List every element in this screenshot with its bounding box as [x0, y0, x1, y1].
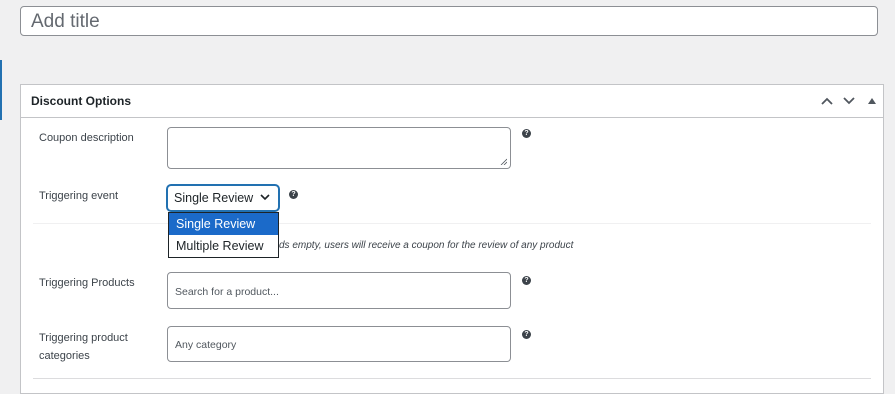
chevron-down-icon — [260, 194, 270, 201]
triggering-products-input[interactable]: Search for a product... — [167, 272, 511, 309]
triggering-event-label: Triggering event — [39, 190, 119, 202]
triggering-event-note: ds empty, users will receive a coupon fo… — [279, 240, 574, 251]
resize-handle-icon[interactable] — [500, 158, 507, 165]
coupon-description-textarea[interactable] — [167, 127, 511, 169]
title-input[interactable]: Add title — [20, 6, 878, 36]
coupon-description-help-icon[interactable]: ? — [522, 129, 531, 138]
option-single-review[interactable]: Single Review — [169, 213, 278, 235]
triggering-products-help-icon[interactable]: ? — [522, 276, 531, 285]
triggering-categories-label-line2: categories — [39, 350, 90, 362]
row-divider — [33, 378, 871, 379]
metabox-header: Discount Options — [21, 85, 883, 118]
row-divider — [33, 223, 871, 224]
coupon-description-label: Coupon description — [39, 132, 134, 144]
triggering-event-dropdown: Single Review Multiple Review — [168, 212, 279, 258]
triggering-event-select[interactable]: Single Review — [167, 185, 279, 211]
triggering-categories-input[interactable]: Any category — [167, 326, 511, 362]
triggering-categories-placeholder: Any category — [175, 339, 237, 351]
triggering-event-selected: Single Review — [174, 191, 254, 205]
triggering-event-help-icon[interactable]: ? — [289, 190, 298, 199]
admin-edge-indicator — [0, 60, 2, 120]
title-placeholder: Add title — [31, 11, 100, 32]
triggering-products-placeholder: Search for a product... — [175, 286, 279, 298]
triggering-categories-help-icon[interactable]: ? — [522, 330, 531, 339]
metabox-title: Discount Options — [31, 94, 131, 108]
triangle-up-icon[interactable] — [863, 85, 881, 117]
chevron-up-icon[interactable] — [817, 85, 837, 117]
option-multiple-review[interactable]: Multiple Review — [169, 235, 278, 257]
triggering-products-label: Triggering Products — [39, 277, 135, 289]
chevron-down-icon[interactable] — [839, 85, 859, 117]
discount-options-metabox: Discount Options Coupon description ? Tr… — [20, 84, 884, 394]
